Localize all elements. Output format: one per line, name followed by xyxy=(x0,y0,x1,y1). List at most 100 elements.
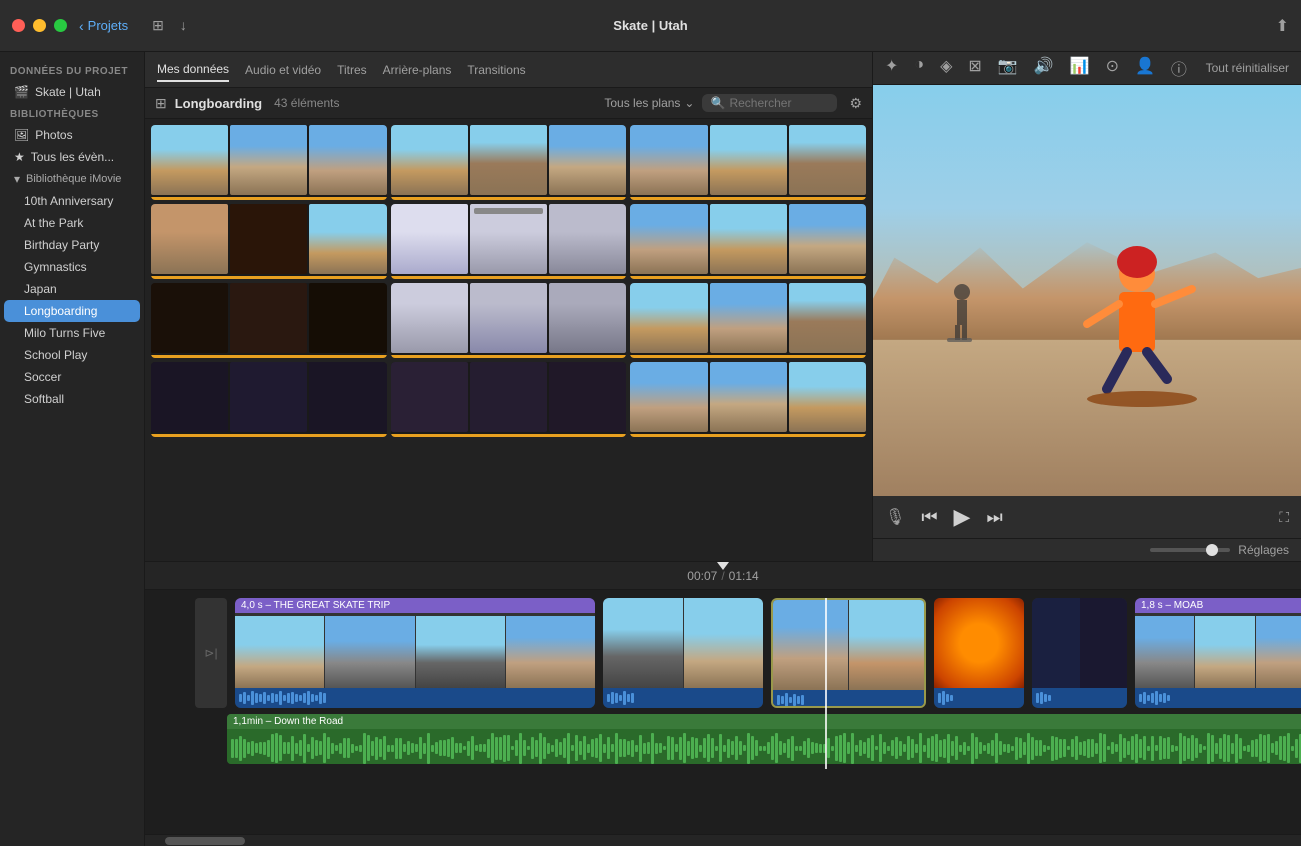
audio-clip-1[interactable]: 1,1min – Down the Road xyxy=(227,714,1301,764)
viewer-bottom: Réglages xyxy=(873,538,1301,561)
park-label: At the Park xyxy=(24,216,83,230)
tab-transitions[interactable]: Transitions xyxy=(467,59,525,81)
back-button[interactable]: ‹ Projets xyxy=(79,18,128,34)
title-clip-1[interactable]: 4,0 s – THE GREAT SKATE TRIP xyxy=(235,598,595,708)
film-clip-7[interactable] xyxy=(151,283,387,358)
search-bar[interactable]: 🔍 xyxy=(702,94,837,112)
film-clip-8[interactable] xyxy=(391,283,627,358)
sidebar-item-all-events[interactable]: ★ Tous les évèn... xyxy=(4,146,140,168)
film-clip-2[interactable] xyxy=(391,125,627,200)
time-separator: / xyxy=(721,569,724,583)
film-clip-3[interactable] xyxy=(630,125,866,200)
audio-track: 1,1min – Down the Road xyxy=(195,714,1301,769)
sidebar-item-milo[interactable]: Milo Turns Five xyxy=(4,322,140,344)
birthday-label: Birthday Party xyxy=(24,238,99,252)
speed-tool-icon[interactable]: ⊙ xyxy=(1106,56,1119,80)
filter-arrow: ⌄ xyxy=(684,96,694,110)
tab-arrieres-plans[interactable]: Arrière-plans xyxy=(383,59,452,81)
color-tool-icon[interactable]: ◑ xyxy=(914,56,924,80)
fullscreen-button[interactable] xyxy=(54,19,67,32)
title-bar: ‹ Projets ⊞ ↓ Skate | Utah ⬆ xyxy=(0,0,1301,52)
timeline-tracks[interactable]: ⊳| 4,0 s – THE GREAT SKATE TRIP xyxy=(145,590,1301,834)
adjust-label: Réglages xyxy=(1238,543,1289,557)
star-icon: ★ xyxy=(14,150,25,164)
sidebar-item-birthday[interactable]: Birthday Party xyxy=(4,234,140,256)
back-label: Projets xyxy=(88,18,128,33)
soccer-label: Soccer xyxy=(24,370,61,384)
skip-forward-button[interactable]: ⏭ xyxy=(986,507,1002,528)
search-input[interactable] xyxy=(729,96,829,110)
timeline-scrollbar[interactable] xyxy=(145,834,1301,846)
sidebar-item-soccer[interactable]: Soccer xyxy=(4,366,140,388)
grid-toggle-icon[interactable]: ⊞ xyxy=(155,95,167,112)
film-clip-9[interactable] xyxy=(630,283,866,358)
triangle-icon: ▾ xyxy=(14,172,20,186)
video-clip-5[interactable] xyxy=(1032,598,1127,708)
magic-tool-icon[interactable]: ✦ xyxy=(885,56,898,80)
minimize-button[interactable] xyxy=(33,19,46,32)
viewer-controls: 🎙 ⏮ ▶ ⏭ ⛶ xyxy=(873,496,1301,538)
track-start-button[interactable]: ⊳| xyxy=(195,598,227,708)
playhead-line xyxy=(825,598,827,769)
search-icon: 🔍 xyxy=(710,96,725,110)
scrollbar-thumb[interactable] xyxy=(165,837,245,845)
grid-view-icon[interactable]: ⊞ xyxy=(152,17,164,34)
video-clip-4[interactable] xyxy=(934,598,1024,708)
sidebar-item-park[interactable]: At the Park xyxy=(4,212,140,234)
film-clip-4[interactable] xyxy=(151,204,387,279)
film-clip-1[interactable] xyxy=(151,125,387,200)
film-clip-6[interactable] xyxy=(630,204,866,279)
film-clip-10[interactable] xyxy=(151,362,387,437)
close-button[interactable] xyxy=(12,19,25,32)
camera-tool-icon[interactable]: 📷 xyxy=(998,56,1018,80)
right-panel: Mes données Audio et vidéo Titres Arrièr… xyxy=(145,52,1301,846)
play-button[interactable]: ▶ xyxy=(954,504,971,530)
film-clip-11[interactable] xyxy=(391,362,627,437)
tab-audio-video[interactable]: Audio et vidéo xyxy=(245,59,321,81)
sidebar-item-imovie-lib[interactable]: ▾ Bibliothèque iMovie xyxy=(4,168,140,190)
browser-toolbar: ⊞ Longboarding 43 éléments Tous les plan… xyxy=(145,88,872,119)
volume-slider[interactable] xyxy=(1150,548,1230,552)
skip-back-button[interactable]: ⏮ xyxy=(921,507,937,528)
video-clip-2[interactable] xyxy=(603,598,763,708)
softball-label: Softball xyxy=(24,392,64,406)
mic-icon[interactable]: 🎙 xyxy=(885,507,905,527)
reset-button[interactable]: Tout réinitialiser xyxy=(1206,61,1289,75)
volume-thumb xyxy=(1206,544,1218,556)
sidebar-item-school[interactable]: School Play xyxy=(4,344,140,366)
film-clip-5[interactable] xyxy=(391,204,627,279)
sidebar-item-gymnastics[interactable]: Gymnastics xyxy=(4,256,140,278)
filter-button[interactable]: Tous les plans ⌄ xyxy=(604,96,694,110)
sidebar-item-photos[interactable]: 🖼 Photos xyxy=(4,124,140,146)
sidebar-item-10th[interactable]: 10th Anniversary xyxy=(4,190,140,212)
stabilize-tool-icon[interactable]: 👤 xyxy=(1135,56,1155,80)
photos-label: Photos xyxy=(35,128,72,142)
browser-count: 43 éléments xyxy=(274,96,339,110)
video-clip-3[interactable] xyxy=(771,598,926,708)
chart-tool-icon[interactable]: 📊 xyxy=(1070,56,1090,80)
filter-tool-icon[interactable]: ◈ xyxy=(940,56,952,80)
sidebar-item-project[interactable]: 🎬 Skate | Utah xyxy=(4,81,140,103)
tab-mes-donnees[interactable]: Mes données xyxy=(157,58,229,82)
info-tool-icon[interactable]: ⓘ xyxy=(1171,56,1187,80)
import-icon[interactable]: ↓ xyxy=(180,17,187,34)
current-time: 00:07 xyxy=(687,569,717,583)
viewer-toolbar: ✦ ◑ ◈ ⊠ 📷 🔊 📊 ⊙ 👤 ⓘ Tout réinitialiser xyxy=(873,52,1301,85)
settings-icon[interactable]: ⚙ xyxy=(849,95,862,112)
film-clip-12[interactable] xyxy=(630,362,866,437)
sidebar-item-softball[interactable]: Softball xyxy=(4,388,140,410)
sidebar-item-japan[interactable]: Japan xyxy=(4,278,140,300)
export-icon[interactable]: ⬆ xyxy=(1276,18,1289,35)
crop-tool-icon[interactable]: ⊠ xyxy=(968,56,981,80)
main-content: DONNÉES DU PROJET 🎬 Skate | Utah BIBLIOT… xyxy=(0,52,1301,846)
tab-titres[interactable]: Titres xyxy=(337,59,367,81)
audio-tool-icon[interactable]: 🔊 xyxy=(1034,56,1054,80)
fullscreen-icon[interactable]: ⛶ xyxy=(1279,509,1289,526)
sidebar-item-longboarding[interactable]: Longboarding xyxy=(4,300,140,322)
title-clip-2[interactable]: 1,8 s – MOAB xyxy=(1135,598,1301,708)
filter-label: Tous les plans xyxy=(604,96,680,110)
imovie-lib-label: Bibliothèque iMovie xyxy=(26,173,121,185)
school-label: School Play xyxy=(24,348,87,362)
time-ruler: 00:07 / 01:14 xyxy=(145,562,1301,590)
longboarding-label: Longboarding xyxy=(24,304,97,318)
